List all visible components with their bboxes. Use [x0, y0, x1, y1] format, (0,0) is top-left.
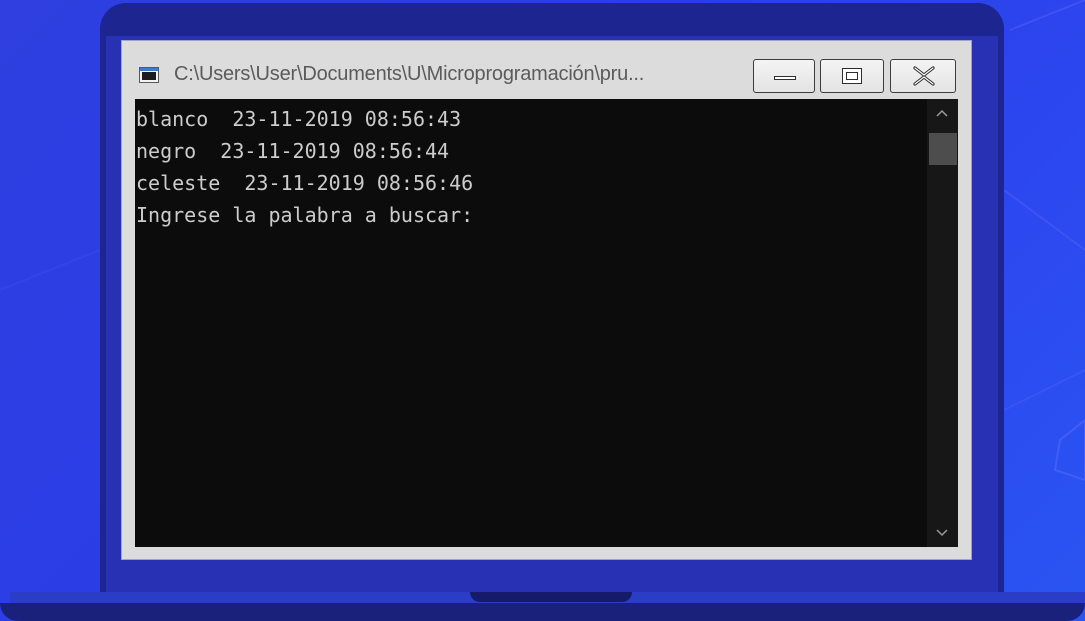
laptop-base: [0, 603, 1085, 621]
console-line: blanco 23-11-2019 08:56:43: [136, 107, 462, 131]
console-text: blanco 23-11-2019 08:56:43 negro 23-11-20…: [136, 103, 473, 231]
console-prompt: Ingrese la palabra a buscar:: [136, 203, 474, 227]
vertical-scrollbar[interactable]: [927, 99, 958, 547]
window-titlebar[interactable]: C:\Users\User\Documents\U\Microprogramac…: [122, 41, 971, 99]
console-line: negro 23-11-2019 08:56:44: [136, 139, 450, 163]
maximize-button[interactable]: [820, 59, 884, 93]
close-icon: [913, 66, 935, 86]
console-app-icon[interactable]: [139, 67, 159, 83]
minimize-button[interactable]: [753, 59, 815, 93]
close-button[interactable]: [890, 59, 956, 93]
maximize-icon: [842, 68, 862, 84]
chevron-up-icon: [936, 109, 948, 117]
window-title: C:\Users\User\Documents\U\Microprogramac…: [174, 63, 645, 85]
scroll-up-button[interactable]: [927, 99, 958, 127]
scrollbar-thumb[interactable]: [929, 133, 957, 165]
console-line: celeste 23-11-2019 08:56:46: [136, 171, 474, 195]
console-window: C:\Users\User\Documents\U\Microprogramac…: [121, 40, 972, 560]
laptop-notch: [470, 592, 632, 602]
minimize-icon: [774, 76, 796, 80]
scroll-down-button[interactable]: [927, 519, 958, 547]
chevron-down-icon: [936, 529, 948, 537]
console-output-area[interactable]: blanco 23-11-2019 08:56:43 negro 23-11-20…: [135, 99, 958, 547]
